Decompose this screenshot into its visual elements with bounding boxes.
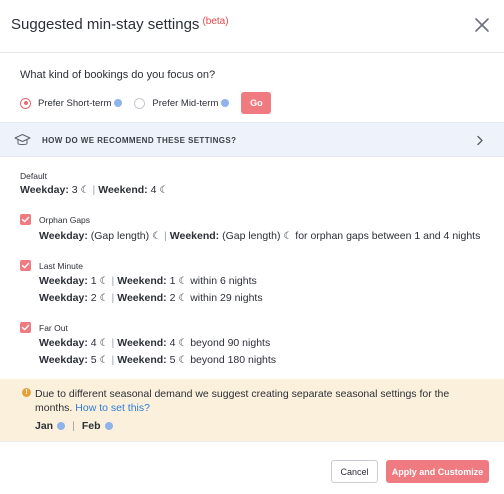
last-minute-label: Last Minute	[39, 261, 83, 271]
weekday-label: Weekday:	[39, 292, 88, 304]
weekday-label: Weekday:	[39, 337, 88, 349]
default-label: Default	[20, 171, 47, 181]
close-icon[interactable]	[470, 13, 494, 37]
check-icon	[21, 262, 30, 269]
weekday-label: Weekday:	[39, 354, 88, 366]
weekend-value: 4	[169, 337, 176, 349]
radio-mid-term[interactable]: Prefer Mid-term	[134, 97, 230, 109]
moon-icon: ☾	[283, 231, 293, 242]
radio-short-term-dot[interactable]	[20, 97, 31, 109]
how-we-recommend-toggle[interactable]: HOW DO WE RECOMMEND THESE SETTINGS?	[0, 122, 504, 157]
default-values: Weekday: 3 ☾ | Weekend: 4 ☾	[20, 184, 168, 196]
warning-icon: !	[22, 388, 31, 397]
month-chip-feb[interactable]: Feb	[82, 420, 113, 432]
info-icon[interactable]	[114, 99, 123, 107]
how-to-set-link[interactable]: How to set this?	[75, 402, 150, 414]
separator: |	[164, 230, 167, 242]
weekend-label: Weekend:	[117, 354, 167, 366]
weekend-label: Weekend:	[117, 292, 167, 304]
info-icon[interactable]	[221, 99, 230, 107]
cancel-button[interactable]: Cancel	[331, 460, 378, 483]
separator: |	[92, 184, 96, 196]
weekend-label: Weekend:	[117, 337, 167, 349]
last-minute-row: Weekday: 1 ☾ | Weekend: 1 ☾ within 6 night…	[39, 275, 257, 287]
moon-icon: ☾	[99, 355, 109, 366]
moon-icon: ☾	[159, 185, 169, 196]
radio-mid-term-label: Prefer Mid-term	[152, 97, 219, 109]
check-icon	[21, 324, 30, 331]
radio-short-term[interactable]: Prefer Short-term	[20, 97, 123, 109]
chevron-right-icon	[477, 135, 483, 146]
radio-mid-term-dot[interactable]	[134, 97, 146, 109]
moon-icon: ☾	[178, 338, 188, 349]
month-chip-jan[interactable]: Jan	[35, 420, 66, 432]
weekend-value: (Gap length)	[222, 230, 281, 242]
last-minute-suffix: within 29 nights	[190, 292, 263, 304]
weekend-value: 1	[169, 275, 176, 287]
moon-icon: ☾	[152, 231, 162, 242]
month-chips: Jan | Feb	[35, 420, 113, 432]
weekday-value: 5	[90, 354, 97, 366]
separator: |	[111, 292, 115, 304]
beta-badge: (beta)	[202, 16, 229, 27]
dialog-title-text: Suggested min-stay settings	[11, 16, 200, 33]
weekend-value: 2	[169, 292, 176, 304]
weekday-value: (Gap length)	[90, 230, 150, 242]
orphan-gaps-checkbox[interactable]	[20, 214, 31, 225]
min-stay-dialog: Suggested min-stay settings (beta) What k…	[0, 0, 504, 494]
seasonal-notice: ! Due to different seasonal demand we su…	[0, 379, 504, 441]
info-icon[interactable]	[104, 422, 113, 430]
moon-icon: ☾	[99, 293, 109, 304]
moon-icon: ☾	[99, 276, 109, 287]
weekday-label: Weekday:	[39, 275, 88, 287]
dialog-title: Suggested min-stay settings (beta)	[11, 16, 229, 33]
graduation-cap-icon	[14, 134, 31, 145]
far-out-label: Far Out	[39, 323, 68, 333]
check-icon	[21, 216, 30, 223]
info-icon[interactable]	[57, 422, 66, 430]
weekday-value: 3	[71, 184, 78, 196]
weekday-label: Weekday:	[39, 230, 88, 242]
weekend-value: 5	[169, 354, 176, 366]
dialog-footer: Cancel Apply and Customize	[0, 441, 504, 494]
month-label: Jan	[35, 420, 54, 432]
weekday-label: Weekday:	[20, 184, 69, 196]
focus-options: Prefer Short-term Prefer Mid-term Go	[20, 92, 272, 114]
moon-icon: ☾	[178, 276, 188, 287]
month-label: Feb	[81, 420, 101, 432]
focus-question: What kind of bookings do you focus on?	[20, 69, 216, 81]
far-out-suffix: beyond 90 nights	[190, 337, 271, 349]
far-out-suffix: beyond 180 nights	[190, 354, 277, 366]
apply-and-customize-button[interactable]: Apply and Customize	[386, 460, 489, 483]
separator: |	[111, 275, 115, 287]
moon-icon: ☾	[178, 355, 188, 366]
moon-icon: ☾	[99, 338, 109, 349]
moon-icon: ☾	[80, 185, 90, 196]
weekend-label: Weekend:	[169, 230, 220, 242]
last-minute-checkbox[interactable]	[20, 260, 31, 271]
separator: |	[111, 337, 115, 349]
weekday-value: 2	[90, 292, 97, 304]
orphan-gaps-label: Orphan Gaps	[39, 215, 91, 225]
radio-short-term-label: Prefer Short-term	[38, 97, 112, 109]
how-we-recommend-label: HOW DO WE RECOMMEND THESE SETTINGS?	[42, 136, 237, 145]
orphan-gaps-values: Weekday: (Gap length) ☾ | Weekend: (Gap le…	[39, 230, 480, 242]
last-minute-suffix: within 6 nights	[190, 275, 257, 287]
far-out-row: Weekday: 5 ☾ | Weekend: 5 ☾ beyond 180 nig…	[39, 354, 276, 366]
far-out-row: Weekday: 4 ☾ | Weekend: 4 ☾ beyond 90 nigh…	[39, 337, 270, 349]
weekend-label: Weekend:	[117, 275, 167, 287]
dialog-header: Suggested min-stay settings (beta)	[0, 0, 504, 53]
orphan-gaps-suffix: for orphan gaps between 1 and 4 nights	[295, 230, 481, 242]
last-minute-row: Weekday: 2 ☾ | Weekend: 2 ☾ within 29 nigh…	[39, 292, 263, 304]
weekday-value: 4	[90, 337, 97, 349]
separator: |	[111, 354, 115, 366]
weekend-value: 4	[150, 184, 157, 196]
separator: |	[72, 420, 75, 432]
notice-text: Due to different seasonal demand we sugg…	[35, 387, 475, 415]
go-button[interactable]: Go	[241, 92, 272, 114]
weekday-value: 1	[90, 275, 97, 287]
far-out-checkbox[interactable]	[20, 322, 31, 333]
weekend-label: Weekend:	[98, 184, 148, 196]
moon-icon: ☾	[178, 293, 188, 304]
